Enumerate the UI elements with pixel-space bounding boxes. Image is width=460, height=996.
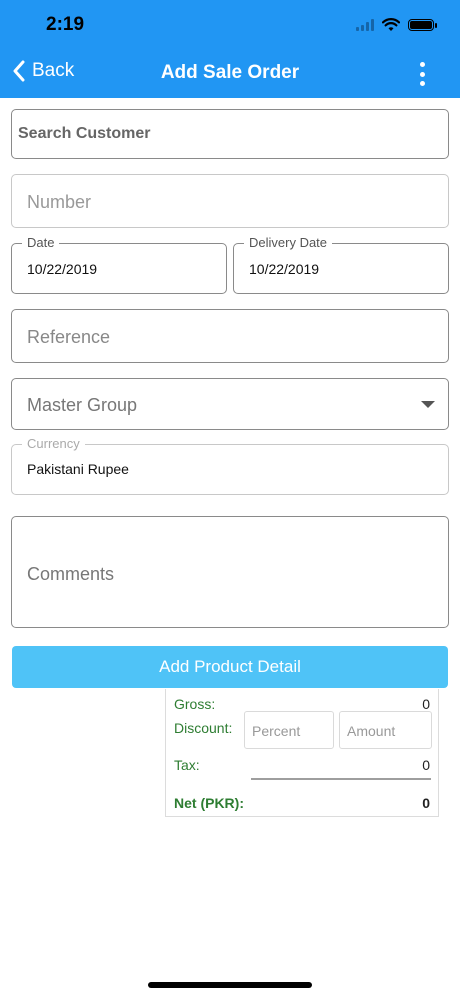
currency-value: Pakistani Rupee [27, 461, 129, 477]
delivery-date-label: Delivery Date [244, 235, 333, 250]
net-value: 0 [422, 795, 430, 811]
page-title: Add Sale Order [160, 62, 300, 83]
reference-placeholder: Reference [27, 327, 111, 347]
amount-placeholder: Amount [347, 723, 396, 739]
currency-label: Currency [22, 436, 85, 451]
status-bar: 2:19 [0, 0, 460, 48]
gross-value: 0 [422, 696, 430, 712]
signal-icon [356, 19, 374, 31]
battery-icon [408, 19, 437, 31]
search-customer-placeholder: Search Customer [18, 125, 151, 142]
add-product-detail-button[interactable]: Add Product Detail [12, 646, 448, 688]
discount-amount-input[interactable]: Amount [339, 711, 432, 749]
home-indicator[interactable] [148, 982, 312, 988]
master-group-label: Master Group [27, 395, 138, 415]
status-time: 2:19 [46, 14, 85, 35]
more-menu-icon[interactable] [420, 62, 426, 86]
number-placeholder: Number [27, 192, 92, 212]
tax-divider [251, 778, 431, 780]
date-label: Date [22, 235, 60, 250]
currency-field[interactable]: Currency Pakistani Rupee [11, 436, 449, 495]
search-customer-field[interactable]: Search Customer [11, 109, 449, 159]
comments-placeholder: Comments [27, 564, 115, 584]
delivery-date-value: 10/22/2019 [249, 261, 320, 277]
discount-percent-input[interactable]: Percent [244, 711, 334, 749]
master-group-select[interactable]: Master Group [11, 378, 449, 430]
number-field[interactable]: Number [11, 174, 449, 228]
date-field[interactable]: Date 10/22/2019 [11, 235, 227, 294]
reference-field[interactable]: Reference [11, 309, 449, 363]
tax-label: Tax: [174, 757, 200, 773]
net-label: Net (PKR): [174, 795, 244, 811]
dropdown-arrow-icon [421, 401, 435, 408]
tax-value: 0 [422, 757, 430, 773]
percent-placeholder: Percent [252, 723, 301, 739]
totals-summary: Gross: 0 Discount: Percent Amount Tax: 0… [165, 689, 439, 817]
comments-field[interactable]: Comments [11, 516, 449, 628]
nav-bar: Back Add Sale Order [0, 48, 460, 98]
status-icons [356, 16, 437, 34]
delivery-date-field[interactable]: Delivery Date 10/22/2019 [233, 235, 449, 294]
discount-label: Discount: [174, 720, 233, 736]
date-value: 10/22/2019 [27, 261, 98, 277]
wifi-icon [382, 18, 400, 31]
gross-label: Gross: [174, 696, 216, 712]
